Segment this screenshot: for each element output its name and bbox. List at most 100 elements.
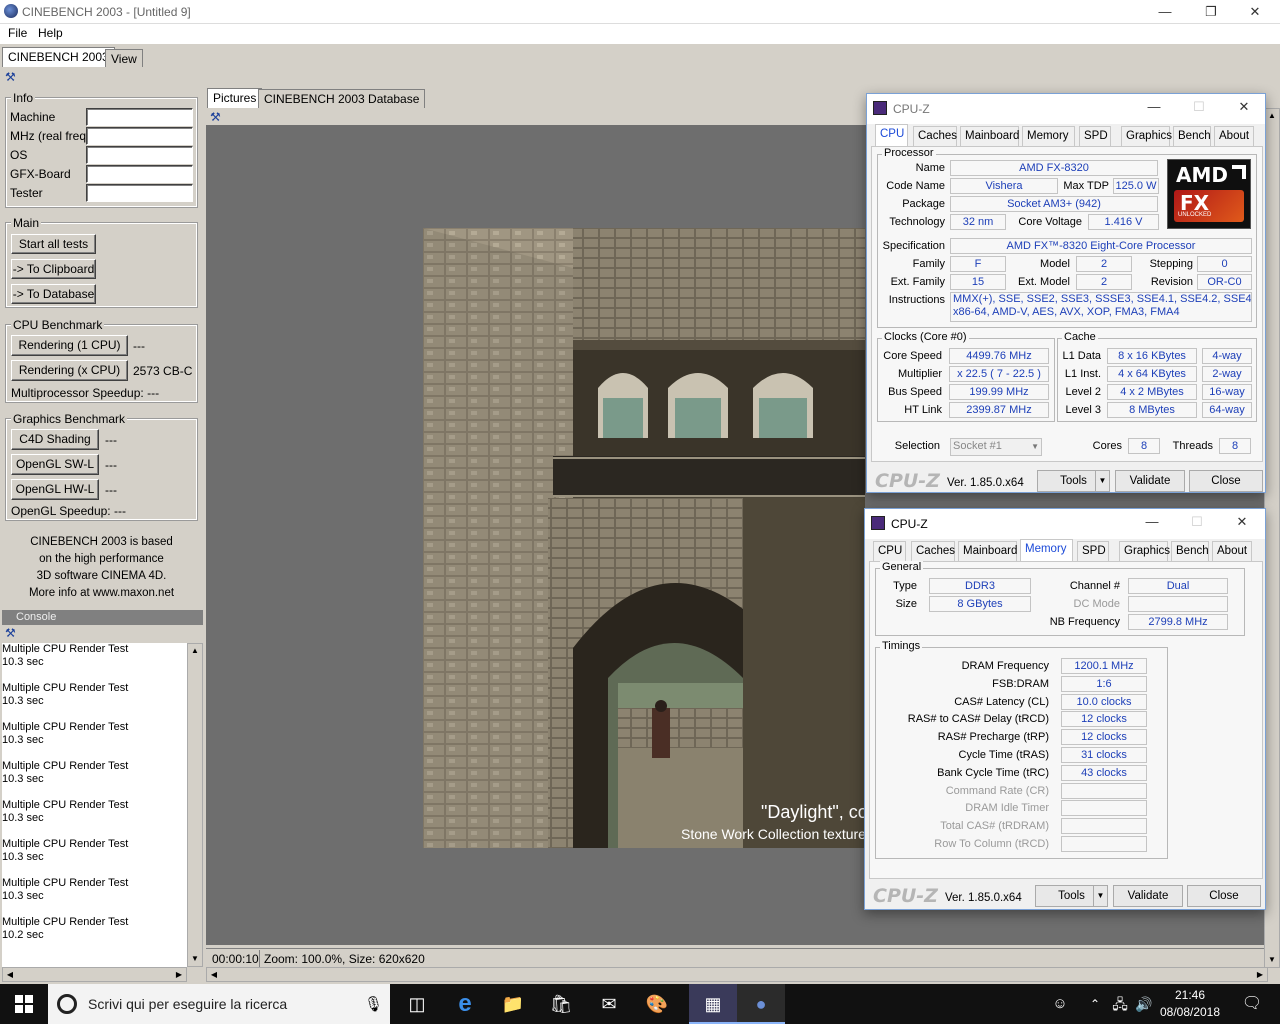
package-label: Package — [902, 198, 945, 210]
validate-button[interactable]: Validate — [1113, 885, 1183, 907]
console-hscrollbar[interactable]: ◀ ▶ — [2, 967, 187, 982]
picture-hscrollbar[interactable]: ◀ ▶ — [206, 967, 1268, 982]
main-title: Main — [11, 216, 42, 230]
people-icon[interactable]: ☺ — [1045, 984, 1075, 1024]
level2-ways: 16-way — [1202, 384, 1252, 400]
close-button[interactable]: ✕ — [1219, 510, 1265, 534]
model-label: Model — [1040, 258, 1070, 270]
console-item: Multiple CPU Render Test 10.2 sec — [2, 916, 187, 942]
rendering-1cpu-button[interactable]: Rendering (1 CPU) — [11, 335, 128, 356]
minimize-button[interactable]: — — [1142, 0, 1188, 24]
tab-memory[interactable]: Memory — [1022, 126, 1075, 146]
console-item: Multiple CPU Render Test 10.3 sec — [2, 799, 187, 825]
scroll-down-icon[interactable]: ▼ — [1265, 953, 1279, 967]
tab-spd[interactable]: SPD — [1077, 541, 1109, 561]
rendering-xcpu-button[interactable]: Rendering (x CPU) — [11, 360, 128, 381]
paint-icon[interactable]: 🎨 — [633, 984, 681, 1024]
technology-value: 32 nm — [950, 214, 1006, 230]
tab-memory[interactable]: Memory — [1020, 539, 1073, 561]
selection-dropdown[interactable]: Socket #1 ▼ — [950, 438, 1042, 456]
restore-button[interactable]: ❐ — [1188, 0, 1234, 24]
family-value: F — [950, 256, 1006, 272]
scroll-left-icon[interactable]: ◀ — [3, 968, 17, 981]
opengl-hwl-button[interactable]: OpenGL HW-L — [11, 479, 99, 500]
scroll-down-icon[interactable]: ▼ — [188, 952, 202, 966]
c4d-shading-button[interactable]: C4D Shading — [11, 429, 99, 450]
tab-caches[interactable]: Caches — [913, 126, 957, 146]
os-field[interactable] — [86, 146, 193, 164]
threads-label: Threads — [1172, 440, 1213, 452]
tab-caches[interactable]: Caches — [911, 541, 955, 561]
tab-cpu[interactable]: CPU — [873, 541, 906, 561]
tools-button[interactable]: Tools ▼ — [1035, 885, 1108, 907]
scroll-up-icon[interactable]: ▲ — [188, 644, 202, 658]
scroll-right-icon[interactable]: ▶ — [1253, 968, 1267, 981]
tab-bench[interactable]: Bench — [1173, 126, 1211, 146]
tab-mainboard[interactable]: Mainboard — [958, 541, 1017, 561]
console-item-time: 10.3 sec — [2, 734, 44, 746]
tab-spd[interactable]: SPD — [1079, 126, 1111, 146]
close-button[interactable]: ✕ — [1221, 95, 1267, 119]
close-dialog-button[interactable]: Close — [1187, 885, 1261, 907]
clock[interactable]: 21:46 08/08/2018 — [1156, 987, 1224, 1021]
store-icon[interactable]: 🛍 — [537, 984, 585, 1024]
menu-help[interactable]: Help — [38, 26, 63, 40]
scroll-up-icon[interactable]: ▲ — [1265, 109, 1279, 123]
minimize-button[interactable]: — — [1129, 510, 1175, 534]
taskbar-search[interactable]: Scrivi qui per eseguire la ricerca 🎙 — [48, 984, 390, 1024]
tab-pictures[interactable]: Pictures — [207, 88, 263, 108]
start-all-tests-button[interactable]: Start all tests — [11, 234, 96, 254]
opengl-swl-button[interactable]: OpenGL SW-L — [11, 454, 99, 475]
tab-database[interactable]: CINEBENCH 2003 Database — [258, 89, 426, 108]
scroll-left-icon[interactable]: ◀ — [207, 968, 221, 981]
maximize-button[interactable]: ☐ — [1176, 95, 1222, 119]
tab-graphics[interactable]: Graphics — [1119, 541, 1170, 561]
scroll-right-icon[interactable]: ▶ — [172, 968, 186, 981]
validate-button[interactable]: Validate — [1115, 470, 1185, 492]
tab-view[interactable]: View — [105, 49, 143, 67]
notification-icon[interactable]: 🗨 — [1228, 984, 1276, 1024]
to-clipboard-button[interactable]: -> To Clipboard — [11, 259, 96, 279]
tab-cinebench[interactable]: CINEBENCH 2003 — [2, 47, 115, 67]
tab-about[interactable]: About — [1214, 126, 1254, 146]
mail-icon[interactable]: ✉ — [585, 984, 633, 1024]
pictures-pin-icon[interactable]: ⚒ — [210, 110, 221, 124]
mp-speedup-value: --- — [147, 386, 160, 400]
mhz-field[interactable] — [86, 127, 193, 145]
pin-icon[interactable]: ⚒ — [5, 70, 16, 84]
close-button[interactable]: ✕ — [1232, 0, 1278, 24]
menu-file[interactable]: File — [8, 26, 27, 40]
microphone-icon[interactable]: 🎙 — [364, 995, 383, 1013]
close-dialog-button[interactable]: Close — [1189, 470, 1263, 492]
timing-label-disabled: Row To Column (tRCD) — [934, 838, 1049, 850]
edge-icon[interactable]: e — [441, 984, 489, 1024]
cinebench-taskbar-icon[interactable]: ● — [737, 984, 785, 1024]
chevron-down-icon: ▼ — [1093, 886, 1107, 906]
tab-mainboard[interactable]: Mainboard — [960, 126, 1019, 146]
tester-label: Tester — [10, 186, 43, 200]
console-item-time: 10.3 sec — [2, 812, 44, 824]
tab-about[interactable]: About — [1212, 541, 1252, 561]
tester-field[interactable] — [86, 184, 193, 202]
console-scrollbar[interactable]: ▲ ▼ — [187, 643, 203, 967]
machine-field[interactable] — [86, 108, 193, 126]
volume-icon[interactable]: 🔊 — [1132, 984, 1156, 1024]
console-item-time: 10.3 sec — [2, 656, 44, 668]
amd-logo-text: AMD — [1176, 163, 1228, 187]
windows-start-icon[interactable] — [0, 984, 48, 1024]
task-view-icon[interactable]: ◫ — [393, 984, 441, 1024]
network-icon[interactable]: 🖧 — [1108, 984, 1132, 1024]
tab-graphics[interactable]: Graphics — [1121, 126, 1172, 146]
minimize-button[interactable]: — — [1131, 95, 1177, 119]
gfx-field[interactable] — [86, 165, 193, 183]
maximize-button[interactable]: ☐ — [1174, 510, 1220, 534]
picture-vscrollbar[interactable]: ▲ ▼ — [1264, 108, 1280, 968]
tab-bench[interactable]: Bench — [1171, 541, 1209, 561]
console-pin-icon[interactable]: ⚒ — [5, 626, 16, 640]
to-database-button[interactable]: -> To Database — [11, 284, 96, 304]
tray-chevron-icon[interactable]: ⌃ — [1085, 984, 1105, 1024]
tools-button[interactable]: Tools ▼ — [1037, 470, 1110, 492]
tab-cpu[interactable]: CPU — [875, 124, 908, 146]
cpuz-taskbar-icon[interactable]: ▦ — [689, 984, 737, 1024]
file-explorer-icon[interactable]: 📁 — [489, 984, 537, 1024]
